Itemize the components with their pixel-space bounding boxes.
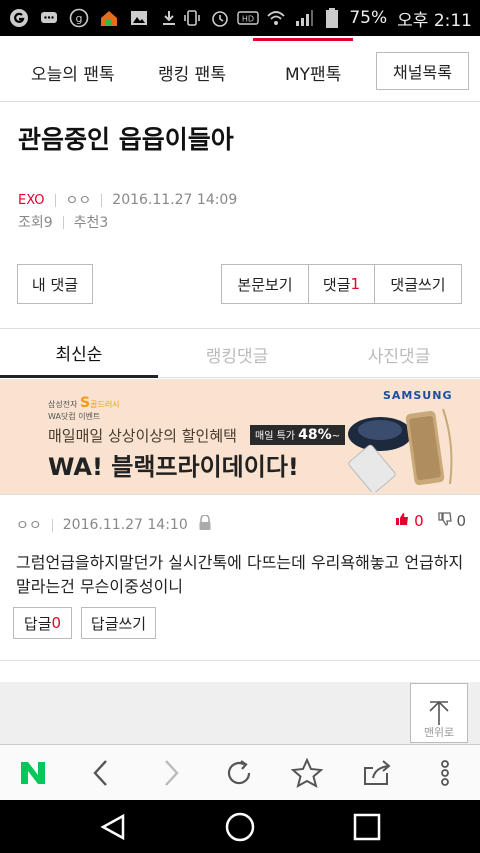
comments-count: 1: [350, 275, 361, 293]
ad-title: WA! 블랙프라이데이다!: [48, 453, 299, 481]
tab-latest[interactable]: 최신순: [0, 330, 158, 378]
ad-headline: 매일매일 상상이상의 할인혜택: [48, 427, 237, 445]
article-datetime: 2016.11.27 14:09: [112, 192, 238, 208]
section-divider: [0, 660, 480, 661]
divider: [54, 193, 56, 207]
downvote-count: 0: [456, 512, 466, 530]
back-triangle-icon: [100, 813, 125, 840]
ad-badge-prefix: 매일 특가: [255, 431, 295, 442]
article-title: 관음중인 읍읍이들아: [18, 125, 234, 154]
recents-square-icon: [353, 813, 381, 840]
forward-button[interactable]: [146, 745, 196, 801]
chevron-right-icon: [165, 760, 179, 786]
tab-ranking-comments[interactable]: 랭킹댓글: [158, 330, 316, 378]
view-article-button[interactable]: 본문보기: [222, 265, 309, 303]
reply-count: 0: [51, 614, 62, 632]
more-options-button[interactable]: [420, 745, 470, 801]
chat-icon: [38, 7, 60, 29]
comment-author: ㅇㅇ: [16, 518, 42, 534]
category-label[interactable]: EXO: [18, 193, 45, 208]
lock-icon[interactable]: [198, 514, 212, 535]
tab-today-pantalk[interactable]: 오늘의 팬톡: [31, 60, 115, 85]
downvote-button[interactable]: 0: [438, 512, 466, 530]
system-back-button[interactable]: [84, 800, 144, 853]
views-count: 조회9: [18, 215, 53, 231]
page-footer-area: [0, 682, 480, 744]
ad-product-image: [348, 408, 453, 492]
home-app-icon: [98, 7, 120, 29]
browser-toolbar: [0, 744, 480, 800]
comment-votes: 0 0: [395, 512, 466, 530]
section-divider: [0, 494, 480, 495]
upvote-button[interactable]: 0: [395, 512, 424, 530]
tab-my-pantalk[interactable]: MY팬톡: [252, 38, 354, 85]
comment-datetime: 2016.11.27 14:10: [62, 517, 188, 533]
ad-brand: SAMSUNG: [383, 389, 453, 402]
signal-icon: [293, 7, 315, 29]
comments-label: 댓글: [322, 275, 351, 294]
back-button[interactable]: [76, 745, 126, 801]
system-home-button[interactable]: [210, 800, 270, 853]
refresh-icon: [227, 760, 251, 785]
naver-icon: [21, 762, 45, 784]
home-circle-icon: [225, 812, 255, 841]
tab-photo-comments[interactable]: 사진댓글: [320, 330, 478, 378]
refresh-button[interactable]: [214, 745, 264, 801]
system-recents-button[interactable]: [337, 800, 397, 853]
channel-list-button[interactable]: 채널목록: [376, 52, 469, 90]
more-vertical-icon: [441, 760, 449, 786]
bookmark-button[interactable]: [282, 745, 332, 801]
ad-sponsor: 삼성전자: [48, 400, 78, 409]
scroll-to-top-button[interactable]: 맨위로: [410, 683, 468, 743]
upvote-count: 0: [414, 512, 424, 530]
divider: [51, 518, 53, 532]
ad-sponsor-line: 삼성전자 S골드러시: [48, 395, 120, 411]
divider: [101, 193, 103, 207]
wifi-icon: [265, 7, 287, 29]
image-icon: [128, 7, 150, 29]
g-circle-icon: g: [68, 7, 90, 29]
s-logo-icon: S: [80, 395, 91, 411]
battery-level: 75%: [349, 8, 388, 28]
share-icon: [364, 760, 391, 785]
tab-ranking-pantalk[interactable]: 랭킹 팬톡: [158, 60, 226, 85]
comment-text: 그럼언급을하지말던가 실시간톡에 다뜨는데 우리욕해놓고 언급하지 말라는건 무…: [16, 553, 464, 596]
recommend-count: 추천3: [73, 215, 109, 231]
write-reply-button[interactable]: 답글쓰기: [81, 607, 156, 639]
svg-text:g: g: [76, 12, 83, 25]
share-button[interactable]: [352, 745, 402, 801]
clock: 오후 2:11: [397, 10, 472, 31]
vibrate-icon: [181, 7, 203, 29]
ad-event-line: WA닷컴 이벤트: [48, 412, 101, 421]
divider: [62, 215, 64, 229]
system-nav-bar: [0, 800, 480, 853]
alarm-icon: [209, 7, 231, 29]
naver-home-button[interactable]: [8, 745, 58, 801]
download-icon: [158, 7, 180, 29]
chevron-left-icon: [93, 760, 107, 786]
thumbs-up-icon: [396, 513, 409, 525]
reply-button[interactable]: 답글 0: [13, 607, 72, 639]
g-icon: [8, 7, 30, 29]
reply-label: 답글: [23, 614, 52, 633]
comments-button[interactable]: 댓글 1: [309, 265, 375, 303]
scroll-to-top-label: 맨위로: [423, 726, 455, 739]
article-stats: 조회9 추천3: [18, 212, 108, 232]
top-nav: 오늘의 팬톡 랭킹 팬톡 MY팬톡 채널목록: [0, 36, 480, 102]
write-comment-button[interactable]: 댓글쓰기: [375, 265, 461, 303]
ad-banner[interactable]: 삼성전자 S골드러시 WA닷컴 이벤트 매일매일 상상이상의 할인혜택 매일 특…: [0, 379, 480, 494]
article-meta: EXO ㅇㅇ 2016.11.27 14:09: [18, 190, 237, 210]
ad-sponsor-brand: 골드러시: [90, 400, 120, 409]
thumbs-down-icon: [438, 512, 452, 526]
my-comments-button[interactable]: 내 댓글: [17, 264, 93, 304]
battery-icon: [321, 7, 343, 29]
comment-sort-tabs: 최신순 랭킹댓글 사진댓글: [0, 330, 480, 378]
author-name: ㅇㅇ: [65, 193, 92, 209]
section-divider: [0, 328, 480, 329]
article-action-group: 본문보기 댓글 1 댓글쓰기: [221, 264, 462, 304]
hd-icon: HD: [237, 7, 260, 29]
svg-text:HD: HD: [242, 15, 254, 24]
status-bar: g HD 75% 오후 2:11: [0, 0, 480, 36]
star-icon: [291, 758, 323, 788]
